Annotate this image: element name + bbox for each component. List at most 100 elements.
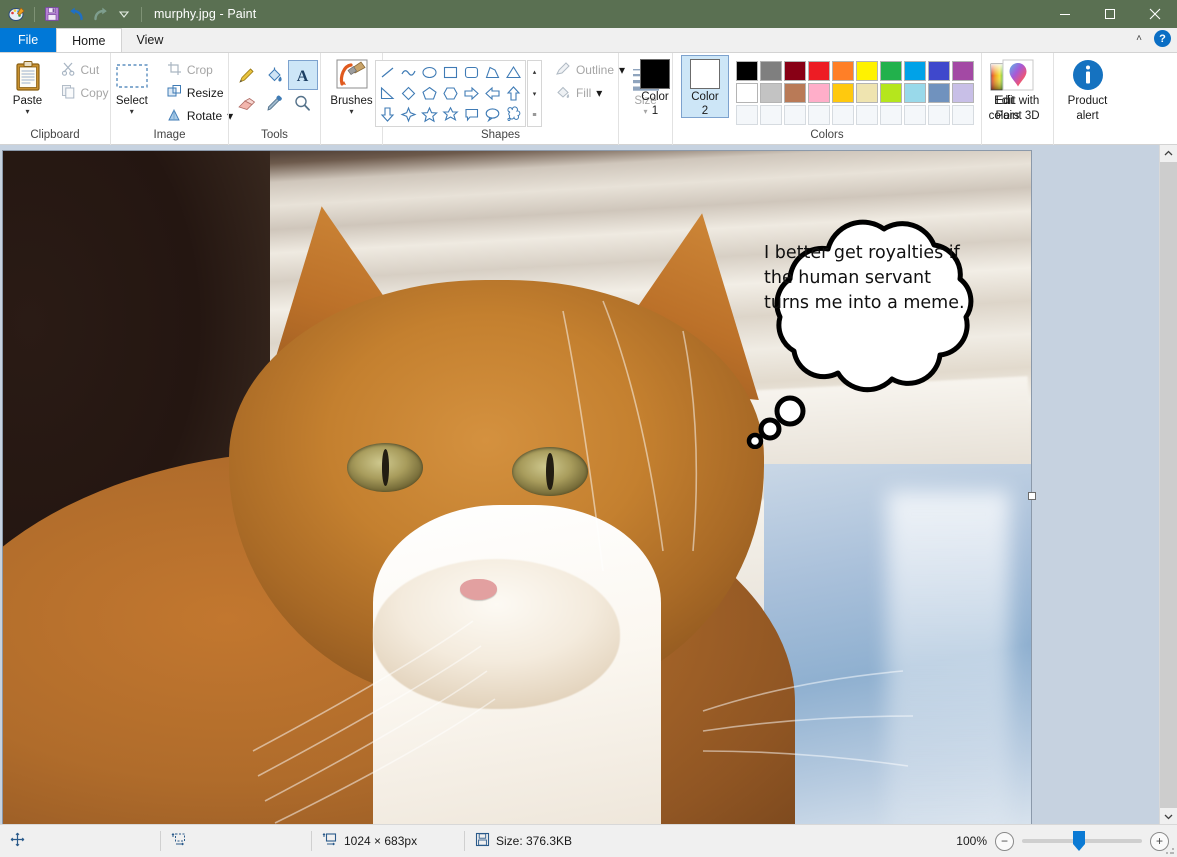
shape-polygon-icon[interactable] [482,62,503,83]
shape-hexagon-icon[interactable] [440,83,461,104]
color-swatch-r1-c5[interactable] [832,61,854,81]
shape-diamond-icon[interactable] [398,83,419,104]
collapse-ribbon-icon[interactable]: ˄ [1131,31,1147,47]
shape-five-point-star-icon[interactable] [419,104,440,125]
color-2-button[interactable]: Color 2 [681,55,729,118]
pencil-tool[interactable] [233,61,261,89]
select-button[interactable]: Select ▾ [104,56,160,116]
redo-icon[interactable] [89,3,111,25]
tab-view[interactable]: View [122,28,179,52]
color-swatch-r2-c10[interactable] [952,83,974,103]
ribbon-group-paint3d: Edit with Paint 3D [981,53,1053,145]
shape-curve-icon[interactable] [398,62,419,83]
close-button[interactable] [1132,0,1177,28]
undo-icon[interactable] [65,3,87,25]
tab-home[interactable]: Home [56,28,122,52]
color-swatch-r3-c3[interactable] [784,105,806,125]
product-alert-button[interactable]: Product alert [1057,56,1119,122]
color-swatch-r2-c6[interactable] [856,83,878,103]
shape-rounded-rectangle-icon[interactable] [461,62,482,83]
customize-qat-icon[interactable] [113,3,135,25]
scroll-up-button[interactable] [1160,145,1177,162]
color-swatch-r2-c1[interactable] [736,83,758,103]
vertical-scrollbar[interactable] [1159,145,1177,825]
color-swatch-r1-c2[interactable] [760,61,782,81]
color-swatch-r2-c8[interactable] [904,83,926,103]
zoom-slider-thumb[interactable] [1073,831,1085,851]
shape-four-point-star-icon[interactable] [398,104,419,125]
zoom-slider-track[interactable] [1022,831,1142,851]
maximize-button[interactable] [1087,0,1132,28]
fill-with-color-tool[interactable] [261,61,289,89]
shape-pentagon-icon[interactable] [419,83,440,104]
image-canvas[interactable]: I better get royalties if the human serv… [3,151,1036,825]
shape-rectangle-icon[interactable] [440,62,461,83]
color-swatch-r1-c4[interactable] [808,61,830,81]
magnifier-tool[interactable] [289,89,317,117]
shape-right-arrow-icon[interactable] [461,83,482,104]
shape-oval-icon[interactable] [419,62,440,83]
select-caret-icon[interactable]: ▾ [130,108,134,116]
text-tool[interactable]: A [287,60,318,90]
zoom-out-button[interactable]: − [995,831,1014,851]
scroll-down-button[interactable] [1160,808,1177,825]
color-swatch-r1-c9[interactable] [928,61,950,81]
resize-grip[interactable] [1165,845,1175,855]
color-swatch-r1-c10[interactable] [952,61,974,81]
paste-caret-icon[interactable]: ▾ [25,108,29,116]
shape-cloud-callout-icon[interactable] [503,104,524,125]
paint-app-icon[interactable] [6,3,28,25]
color-swatch-r1-c6[interactable] [856,61,878,81]
color-swatch-r3-c8[interactable] [904,105,926,125]
color-1-button[interactable]: Color 1 [632,56,678,117]
color-swatch-r1-c1[interactable] [736,61,758,81]
color-swatch-r3-c10[interactable] [952,105,974,125]
help-icon[interactable]: ? [1154,30,1171,47]
edit-with-paint3d-button[interactable]: Edit with Paint 3D [985,56,1051,122]
ribbon-group-tools: A Tools [228,53,320,145]
color-swatch-r2-c3[interactable] [784,83,806,103]
color-swatch-r1-c3[interactable] [784,61,806,81]
color-swatch-r3-c7[interactable] [880,105,902,125]
color-1-label-top: Color [641,91,669,103]
paste-button[interactable]: Paste ▾ [0,56,56,116]
color-swatch-r2-c2[interactable] [760,83,782,103]
color-swatch-r1-c7[interactable] [880,61,902,81]
save-icon[interactable] [41,3,63,25]
shape-line-icon[interactable] [377,62,398,83]
color-swatch-r3-c1[interactable] [736,105,758,125]
shape-down-arrow-icon[interactable] [377,104,398,125]
color-swatch-r2-c4[interactable] [808,83,830,103]
ribbon-group-product-alert: Product alert [1053,53,1121,145]
shapes-scroll-up-icon[interactable]: ▴ [528,61,541,82]
color-swatch-r3-c4[interactable] [808,105,830,125]
tools-grid: A [233,56,318,117]
color-swatch-r3-c5[interactable] [832,105,854,125]
shape-left-arrow-icon[interactable] [482,83,503,104]
shape-up-arrow-icon[interactable] [503,83,524,104]
canvas-resize-handle-right[interactable] [1028,492,1036,500]
vertical-scroll-thumb[interactable] [1160,162,1177,808]
color-picker-tool[interactable] [261,89,289,117]
minimize-button[interactable] [1042,0,1087,28]
color-swatch-r2-c5[interactable] [832,83,854,103]
shape-six-point-star-icon[interactable] [440,104,461,125]
color-swatch-r3-c2[interactable] [760,105,782,125]
shape-rounded-rectangle-callout-icon[interactable] [461,104,482,125]
color-swatch-r1-c8[interactable] [904,61,926,81]
color-swatch-r3-c6[interactable] [856,105,878,125]
color-swatch-r2-c9[interactable] [928,83,950,103]
tab-file[interactable]: File [0,28,57,52]
shape-right-triangle-icon[interactable] [377,83,398,104]
shapes-scroll-down-icon[interactable]: ▾ [528,83,541,104]
color-swatch-r3-c9[interactable] [928,105,950,125]
fill-caret-icon[interactable]: ▾ [596,86,602,100]
brushes-caret-icon[interactable]: ▾ [349,108,353,116]
cursor-position-cell [0,825,160,857]
shapes-expand-icon[interactable]: ≡ [528,105,541,126]
color-swatch-r2-c7[interactable] [880,83,902,103]
shape-triangle-icon[interactable] [503,62,524,83]
eraser-tool[interactable] [233,89,261,117]
shape-oval-callout-icon[interactable] [482,104,503,125]
canvas-work-area[interactable]: I better get royalties if the human serv… [0,145,1177,825]
